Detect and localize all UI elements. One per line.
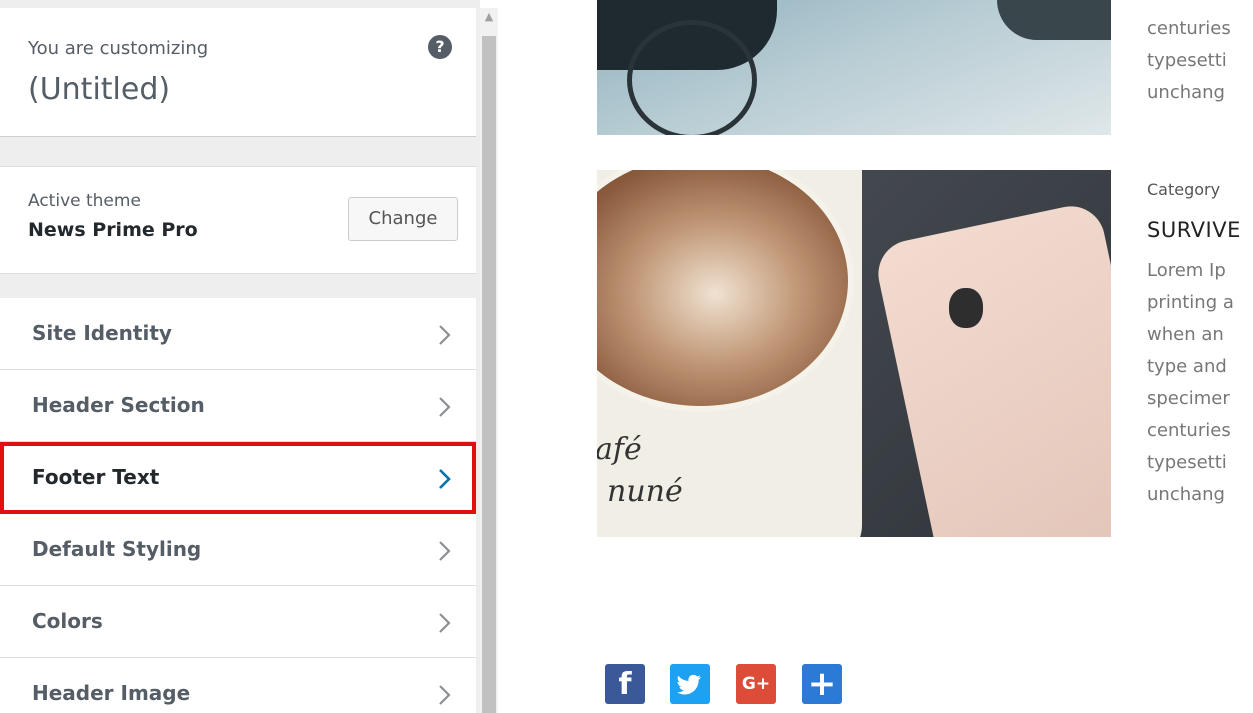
chevron-right-icon — [439, 685, 451, 705]
menu-item-colors[interactable]: Colors — [0, 586, 476, 658]
post-excerpt-line: Lorem Ip — [1147, 260, 1226, 281]
customize-info-panel: You are customizing (Untitled) ? — [0, 8, 476, 137]
google-plus-icon[interactable]: G+ — [736, 664, 776, 704]
coffee-latte-art — [597, 170, 854, 412]
menu-item-label: Footer Text — [32, 465, 160, 489]
menu-item-footer-text[interactable]: Footer Text — [0, 442, 476, 514]
customizer-menu: Site Identity Header Section Footer Text… — [0, 298, 476, 713]
post-image-monitor[interactable] — [597, 0, 1111, 135]
coffee-cup-shape: afé nuné — [597, 170, 862, 537]
scrollbar-thumb[interactable] — [482, 36, 496, 713]
sidebar-top-strip — [0, 0, 480, 8]
facebook-icon[interactable]: f — [605, 664, 645, 704]
post-excerpt-line: typesetti — [1147, 452, 1227, 473]
customizing-label: You are customizing — [28, 38, 209, 59]
chevron-right-icon — [439, 469, 451, 489]
menu-item-label: Header Image — [32, 681, 191, 705]
post-excerpt-line: printing a — [1147, 292, 1234, 313]
customizer-sidebar: You are customizing (Untitled) ? Active … — [0, 0, 480, 713]
cup-lettering: afé — [597, 432, 642, 467]
post-excerpt-line: centuries — [1147, 18, 1231, 39]
post-category[interactable]: Category — [1147, 180, 1220, 199]
post-excerpt-line: centuries — [1147, 420, 1231, 441]
twitter-icon[interactable] — [670, 664, 710, 704]
menu-item-default-styling[interactable]: Default Styling — [0, 514, 476, 586]
menu-item-header-section[interactable]: Header Section — [0, 370, 476, 442]
change-theme-button[interactable]: Change — [348, 197, 458, 241]
post-excerpt-line: unchang — [1147, 484, 1225, 505]
post-title[interactable]: SURVIVE — [1147, 218, 1241, 242]
chevron-right-icon — [439, 397, 451, 417]
menu-item-label: Colors — [32, 609, 103, 633]
chevron-right-icon — [439, 541, 451, 561]
post-image-coffee-phone[interactable]: afé nuné — [597, 170, 1111, 537]
post-excerpt-line: typesetti — [1147, 50, 1227, 71]
help-icon[interactable]: ? — [428, 35, 452, 59]
post-excerpt-line: type and — [1147, 356, 1227, 377]
site-preview: centuries typesetti unchang afé nuné Cat… — [498, 0, 1253, 713]
post-excerpt-line: unchang — [1147, 82, 1225, 103]
post-excerpt-line: when an — [1147, 324, 1224, 345]
scroll-up-arrow-icon[interactable]: ▲ — [480, 8, 498, 26]
image-dark-corner — [997, 0, 1111, 40]
active-theme-panel: Active theme News Prime Pro Change — [0, 166, 476, 274]
twitter-bird-icon — [677, 674, 701, 695]
post-excerpt-line: specimer — [1147, 388, 1230, 409]
chevron-right-icon — [439, 325, 451, 345]
share-plus-icon[interactable]: + — [802, 664, 842, 704]
menu-item-site-identity[interactable]: Site Identity — [0, 298, 476, 370]
menu-item-label: Header Section — [32, 393, 205, 417]
menu-item-label: Site Identity — [32, 321, 172, 345]
image-cable-shape — [627, 20, 757, 135]
chevron-right-icon — [439, 613, 451, 633]
sidebar-scrollbar[interactable]: ▲ — [480, 8, 498, 713]
phone-shape — [872, 200, 1111, 537]
menu-item-header-image[interactable]: Header Image — [0, 658, 476, 713]
menu-item-label: Default Styling — [32, 537, 202, 561]
apple-logo-icon — [949, 288, 983, 328]
site-title: (Untitled) — [28, 72, 171, 107]
active-theme-label: Active theme — [28, 191, 141, 211]
theme-name: News Prime Pro — [28, 219, 198, 241]
cup-lettering: nuné — [607, 474, 683, 509]
